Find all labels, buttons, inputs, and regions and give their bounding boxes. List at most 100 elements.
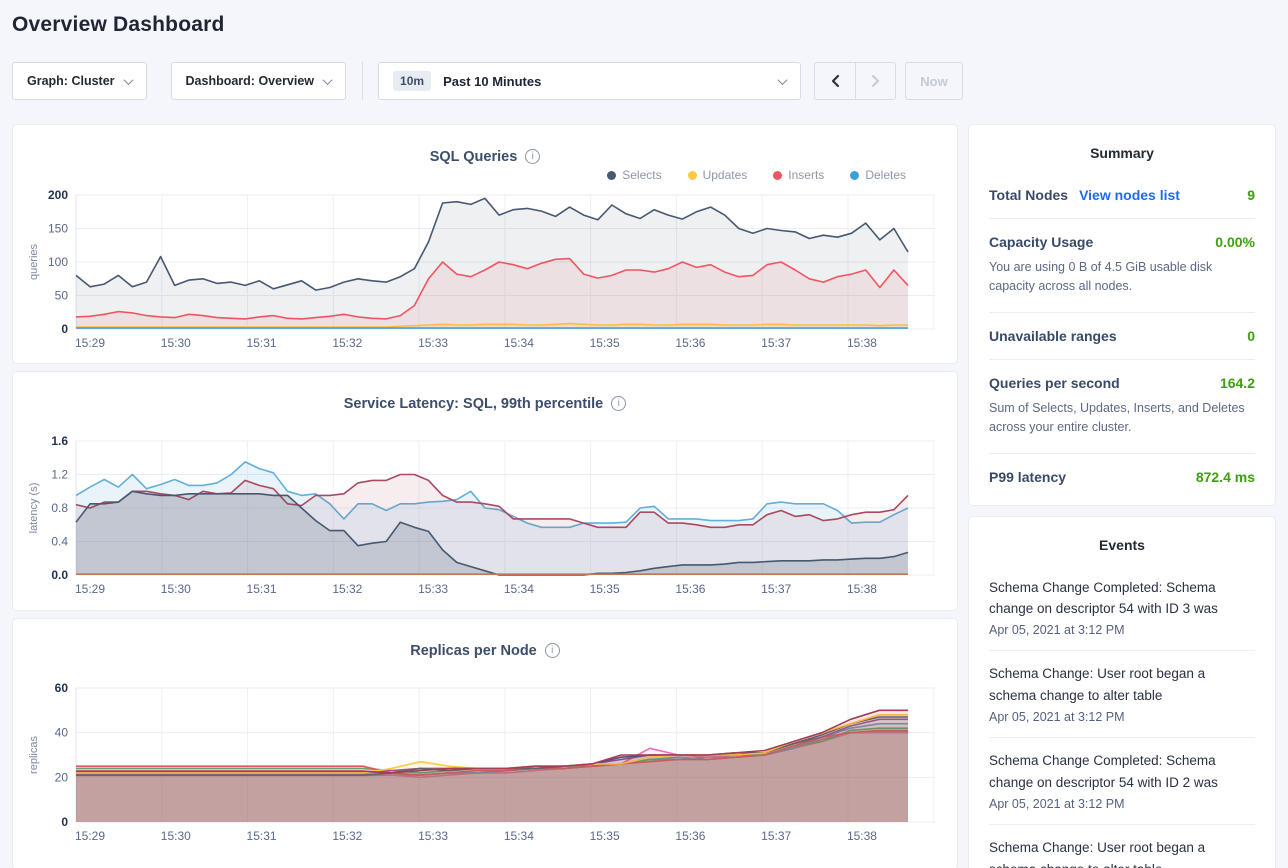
svg-text:15:31: 15:31 [247, 336, 277, 350]
legend-item-selects[interactable]: Selects [607, 168, 661, 182]
legend-dot-icon [773, 171, 782, 180]
event-item[interactable]: Schema Change: User root began a schema … [989, 651, 1255, 738]
chevron-down-icon [323, 75, 333, 85]
event-text: Schema Change Completed: Schema change o… [989, 577, 1255, 621]
time-range-label: Past 10 Minutes [443, 74, 541, 89]
dashboard-dropdown[interactable]: Dashboard: Overview [171, 62, 347, 100]
replicas-per-node-chart[interactable]: 020406015:2915:3015:3115:3215:3315:3415:… [13, 678, 957, 848]
summary-title: Summary [989, 145, 1255, 161]
charts-column: SQL Queries i Selects Updates Inserts Delet… [12, 124, 958, 868]
summary-value: 0.00% [1215, 234, 1255, 250]
legend-item-updates[interactable]: Updates [688, 168, 748, 182]
svg-text:replicas: replicas [28, 736, 40, 774]
graph-dropdown-label: Graph: Cluster [27, 74, 115, 88]
event-item[interactable]: Schema Change: User root began a schema … [989, 825, 1255, 868]
svg-text:15:38: 15:38 [847, 336, 877, 350]
legend-dot-icon [607, 171, 616, 180]
replicas-per-node-chart-card: Replicas per Node i 020406015:2915:3015:… [12, 618, 958, 868]
svg-text:40: 40 [55, 726, 69, 740]
legend-label: Updates [703, 168, 748, 182]
svg-text:0.4: 0.4 [51, 535, 68, 549]
svg-text:15:34: 15:34 [504, 336, 534, 350]
svg-text:0.8: 0.8 [51, 501, 68, 515]
summary-label: Capacity Usage [989, 234, 1093, 250]
svg-text:15:30: 15:30 [161, 336, 191, 350]
toolbar: Graph: Cluster Dashboard: Overview 10m P… [12, 62, 1276, 100]
info-icon[interactable]: i [611, 396, 626, 411]
svg-text:50: 50 [55, 289, 69, 303]
summary-label: Total Nodes [989, 187, 1068, 203]
legend-dot-icon [688, 171, 697, 180]
summary-row-capacity-usage: Capacity Usage0.00%You are using 0 B of … [989, 234, 1255, 297]
svg-text:0: 0 [61, 815, 68, 829]
svg-text:15:32: 15:32 [332, 582, 362, 596]
event-text: Schema Change Completed: Schema change o… [989, 750, 1255, 794]
legend-dot-icon [850, 171, 859, 180]
next-time-button[interactable] [855, 63, 895, 99]
chevron-down-icon [778, 75, 788, 85]
summary-row-p99-latency: P99 latency 872.4 ms [989, 469, 1255, 485]
summary-value: 872.4 ms [1196, 469, 1255, 485]
summary-row-total-nodes: Total Nodes View nodes list 9 [989, 187, 1255, 203]
sidebar: Summary Total Nodes View nodes list 9 Capac… [968, 124, 1276, 868]
svg-text:15:31: 15:31 [247, 829, 277, 843]
svg-text:15:29: 15:29 [75, 829, 105, 843]
svg-text:15:37: 15:37 [761, 336, 791, 350]
svg-text:0.0: 0.0 [51, 568, 68, 582]
event-timestamp: Apr 05, 2021 at 3:12 PM [989, 623, 1255, 637]
info-icon[interactable]: i [525, 149, 540, 164]
overview-dashboard-page: Overview Dashboard Graph: Cluster Dashbo… [0, 0, 1288, 868]
event-timestamp: Apr 05, 2021 at 3:12 PM [989, 710, 1255, 724]
now-button[interactable]: Now [905, 62, 963, 100]
sql-queries-chart[interactable]: 05010015020015:2915:3015:3115:3215:3315:… [13, 185, 957, 355]
legend-item-deletes[interactable]: Deletes [850, 168, 906, 182]
svg-text:15:34: 15:34 [504, 582, 534, 596]
summary-value: 9 [1247, 187, 1255, 203]
legend-label: Selects [622, 168, 661, 182]
svg-text:15:38: 15:38 [847, 582, 877, 596]
info-icon[interactable]: i [545, 643, 560, 658]
summary-label: Queries per second [989, 375, 1120, 391]
toolbar-divider [362, 62, 363, 100]
time-range-selector[interactable]: 10m Past 10 Minutes [378, 62, 801, 100]
chart-title-sql-queries: SQL Queries [430, 149, 518, 165]
chart-title-replicas-per-node: Replicas per Node [410, 643, 537, 659]
summary-description: Sum of Selects, Updates, Inserts, and De… [989, 399, 1255, 438]
svg-text:15:38: 15:38 [847, 829, 877, 843]
summary-value: 164.2 [1220, 375, 1255, 391]
svg-text:15:36: 15:36 [675, 336, 705, 350]
time-range-badge: 10m [393, 71, 431, 91]
svg-text:15:36: 15:36 [675, 582, 705, 596]
summary-divider [989, 453, 1255, 454]
legend-item-inserts[interactable]: Inserts [773, 168, 824, 182]
service-latency-chart-card: Service Latency: SQL, 99th percentile i … [12, 371, 958, 611]
event-item[interactable]: Schema Change Completed: Schema change o… [989, 565, 1255, 652]
svg-text:15:35: 15:35 [590, 829, 620, 843]
view-nodes-list-link[interactable]: View nodes list [1079, 187, 1180, 203]
chevron-down-icon [123, 75, 133, 85]
svg-text:15:33: 15:33 [418, 582, 448, 596]
svg-text:15:29: 15:29 [75, 582, 105, 596]
svg-text:1.2: 1.2 [51, 468, 68, 482]
svg-text:15:29: 15:29 [75, 336, 105, 350]
svg-text:15:31: 15:31 [247, 582, 277, 596]
svg-text:20: 20 [55, 770, 69, 784]
summary-divider [989, 312, 1255, 313]
summary-label: P99 latency [989, 469, 1066, 485]
event-text: Schema Change: User root began a schema … [989, 837, 1255, 868]
svg-text:15:37: 15:37 [761, 829, 791, 843]
svg-text:200: 200 [48, 188, 68, 202]
legend-label: Deletes [865, 168, 906, 182]
sql-queries-chart-card: SQL Queries i Selects Updates Inserts Delet… [12, 124, 958, 364]
summary-value: 0 [1247, 328, 1255, 344]
svg-text:15:34: 15:34 [504, 829, 534, 843]
legend-label: Inserts [788, 168, 824, 182]
service-latency-chart[interactable]: 0.00.40.81.21.615:2915:3015:3115:3215:33… [13, 431, 957, 601]
svg-text:15:35: 15:35 [590, 582, 620, 596]
chart-title-service-latency: Service Latency: SQL, 99th percentile [344, 396, 604, 412]
graph-dropdown[interactable]: Graph: Cluster [12, 62, 147, 100]
page-title: Overview Dashboard [12, 0, 1276, 37]
svg-text:15:32: 15:32 [332, 829, 362, 843]
prev-time-button[interactable] [815, 63, 855, 99]
event-item[interactable]: Schema Change Completed: Schema change o… [989, 738, 1255, 825]
